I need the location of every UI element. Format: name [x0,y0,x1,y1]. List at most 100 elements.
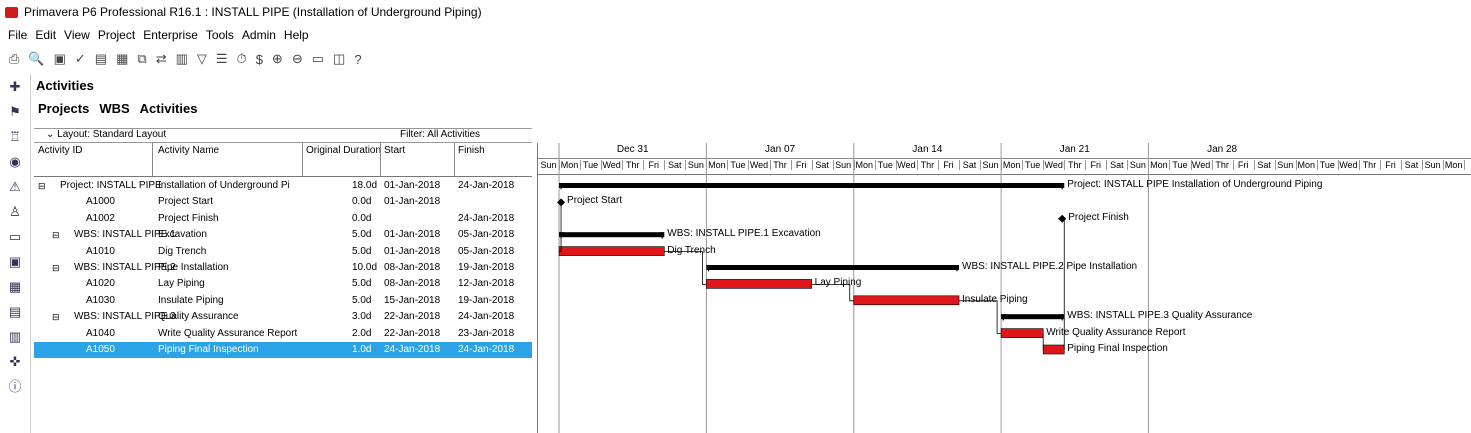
gantt-bar-label: Write Quality Assurance Report [1046,326,1186,338]
open-icon[interactable]: ▤ [95,51,107,67]
column-header-finish[interactable]: Finish [458,145,485,156]
column-header-start[interactable]: Start [384,145,405,156]
column-divider[interactable] [454,143,455,176]
table-row[interactable]: A1002 Project Finish 0.0d 24-Jan-2018 [34,211,532,227]
column-divider[interactable] [302,143,303,176]
table-row[interactable]: ⊟ WBS: INSTALL PIPE.3 Quality Assurance 3.0… [34,309,532,325]
crumb-projects[interactable]: Projects [38,101,89,116]
collapse-toggle-icon[interactable]: ⊟ [38,181,46,192]
collapse-toggle-icon[interactable]: ⊟ [52,312,60,323]
columns-icon[interactable]: ▥ [176,51,188,67]
codes-icon[interactable]: ✜ [0,349,30,374]
start-cell: 15-Jan-2018 [384,294,441,306]
start-cell: 08-Jan-2018 [384,278,441,290]
risks-icon[interactable]: ▣ [0,249,30,274]
tracking-icon[interactable]: ♙ [0,199,30,224]
menu-file[interactable]: File [8,28,27,42]
activity-id-cell: A1050 [86,344,115,355]
title-bar: Primavera P6 Professional R16.1 : INSTAL… [0,0,1471,24]
menu-view[interactable]: View [64,28,90,42]
start-cell: 01-Jan-2018 [384,196,441,208]
column-divider[interactable] [152,143,153,176]
window-title: Primavera P6 Professional R16.1 : INSTAL… [24,5,482,19]
projects-icon[interactable]: ⚑ [0,99,30,124]
activity-bar [853,295,960,306]
issues-icon[interactable]: ▭ [0,224,30,249]
group-icon[interactable]: ☰ [216,51,228,67]
column-header-activity-id[interactable]: Activity ID [38,145,82,156]
crumb-wbs[interactable]: WBS [99,101,129,116]
menu-enterprise[interactable]: Enterprise [143,28,198,42]
thresholds-icon[interactable]: ▦ [0,274,30,299]
table-row[interactable]: A1020 Lay Piping 5.0d 08-Jan-2018 12-Jan-201… [34,276,532,292]
crumb-activities[interactable]: Activities [140,101,198,116]
summary-bar [1001,314,1065,320]
layout-filter-bar: ⌄ Layout: Standard Layout Filter: All Ac… [34,128,532,143]
activity-name-cell: Insulate Piping [158,294,224,306]
table-row[interactable]: A1010 Dig Trench 5.0d 01-Jan-2018 05-Jan-201… [34,244,532,260]
table-row[interactable]: ⊟ Project: INSTALL PIPE Installation of Un… [34,178,532,194]
save-icon[interactable]: ▦ [116,51,128,67]
activity-id-cell: A1002 [86,212,115,224]
column-header-original-duration[interactable]: Original Duration [306,145,381,156]
spell-check-icon[interactable]: ✓ [75,51,86,67]
wbs-icon[interactable]: ♖ [0,124,30,149]
start-cell: 01-Jan-2018 [384,245,441,257]
layout-selector[interactable]: ⌄ Layout: Standard Layout [46,129,166,140]
duration-cell: 5.0d [352,245,372,257]
gantt-bar-label: Dig Trench [667,244,716,256]
menu-edit[interactable]: Edit [35,28,56,42]
duration-cell: 5.0d [352,294,372,306]
notebook-icon[interactable]: ◫ [333,51,345,67]
start-cell: 24-Jan-2018 [384,344,441,355]
table-row[interactable]: ⊟ WBS: INSTALL PIPE.2 Pipe Installation 10.… [34,260,532,276]
zoom-out-icon[interactable]: ⊖ [292,51,303,67]
summary-bar [559,183,1065,188]
activity-name-cell: Lay Piping [158,278,205,290]
copy-icon[interactable]: ⧉ [137,51,146,67]
collapse-toggle-icon[interactable]: ⊟ [52,230,60,241]
print-icon[interactable]: ⎙ [9,51,19,67]
documents-icon[interactable]: ▤ [0,299,30,324]
finish-cell: 19-Jan-2018 [458,262,515,273]
table-row[interactable]: A1000 Project Start 0.0d 01-Jan-2018 [34,194,532,210]
menu-admin[interactable]: Admin [242,28,276,42]
table-row[interactable]: A1030 Insulate Piping 5.0d 15-Jan-2018 19-Ja… [34,293,532,309]
activity-name-cell: Dig Trench [158,245,207,257]
start-cell: 01-Jan-2018 [384,229,441,241]
gantt-bar-label: Project Finish [1068,211,1129,223]
table-row[interactable]: ⊟ WBS: INSTALL PIPE.1 Excavation 5.0d 01-Jan… [34,227,532,243]
menu-project[interactable]: Project [98,28,135,42]
resources-icon[interactable]: ◉ [0,149,30,174]
layout-icon[interactable]: ▭ [312,51,324,67]
duration-cell: 2.0d [352,327,372,339]
level-icon[interactable]: $ [256,52,263,67]
column-header-activity-name[interactable]: Activity Name [158,145,219,156]
filter-label: Filter: All Activities [400,129,481,140]
zoom-in-icon[interactable]: ⊕ [272,51,283,67]
info-icon[interactable]: ⓘ [0,374,30,399]
duration-cell: 0.0d [352,196,372,208]
table-row[interactable]: A1040 Write Quality Assurance Report 2.0d 2… [34,326,532,342]
finish-cell: 24-Jan-2018 [458,344,515,355]
collapse-toggle-icon[interactable]: ⊟ [52,263,60,274]
activity-name-cell: Excavation [158,229,207,241]
activities-icon[interactable]: ✚ [0,74,30,99]
summary-bar [559,232,665,238]
menu-tools[interactable]: Tools [206,28,234,42]
link-icon[interactable]: ⇄ [156,51,167,67]
expenses-icon[interactable]: ▥ [0,324,30,349]
duration-cell: 5.0d [352,229,372,241]
table-row[interactable]: A1050 Piping Final Inspection 1.0d 24-Jan-2… [34,342,532,358]
menu-help[interactable]: Help [284,28,309,42]
filter-icon[interactable]: ▽ [197,51,207,67]
reports-icon[interactable]: ⚠ [0,174,30,199]
page-setup-icon[interactable]: ▣ [54,51,66,67]
schedule-icon[interactable]: ⏱ [237,51,247,67]
column-divider[interactable] [380,143,381,176]
breadcrumb: Projects WBS Activities [38,101,197,116]
activity-bar [1000,328,1044,338]
relationship-line [959,300,1002,335]
help-icon[interactable]: ? [354,52,361,67]
print-preview-icon[interactable]: 🔍 [28,51,44,67]
